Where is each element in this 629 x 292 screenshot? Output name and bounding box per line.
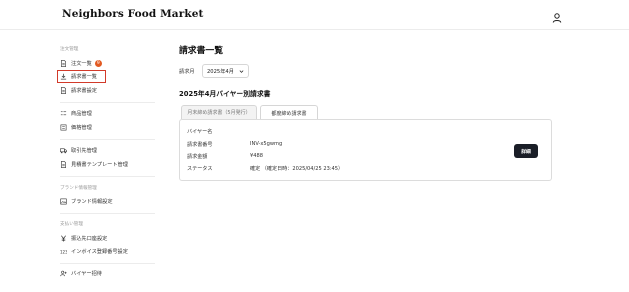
list-icon [58,109,68,119]
brand-logo-text[interactable]: Neighbors Food Market [62,8,203,20]
document-icon [58,86,68,96]
download-icon [58,72,68,82]
chevron-down-icon [239,70,244,73]
tab-per-order-invoices[interactable]: 都度締め請求書 [260,105,318,120]
invoice-card: バイヤー名 請求書番号 INV-x5gwmg 請求金額 ¥488 ステータス 確… [179,119,552,181]
buyer-name-label: バイヤー名 [187,129,213,135]
sidebar-divider [60,263,155,264]
user-plus-icon [58,269,68,279]
truck-icon [58,146,68,156]
sidebar-item-label: バイヤー招待 [71,271,102,277]
sidebar-item-label: インボイス登録番号設定 [71,249,128,255]
invoice-amount-value: ¥488 [250,153,263,159]
invoice-number-label: 請求書番号 [187,142,213,148]
sidebar-item-label: 取引先管理 [71,148,97,154]
sidebar-section-title-brand: ブランド情報管理 [60,186,97,191]
sidebar-item-bank-account[interactable]: 振込先口座設定 [58,233,158,244]
sidebar-item-brand-settings[interactable]: ブランド情報設定 [58,196,158,207]
tab-month-end-invoices[interactable]: 月末締め請求書（5月発行） [181,105,257,119]
document-icon [58,59,68,69]
invoice-amount-label: 請求金額 [187,154,208,160]
svg-text:123: 123 [60,249,67,254]
yen-icon [58,234,68,244]
billing-month-label: 請求月 [179,69,195,75]
status-value: 確定 （確定日時：2025/04/25 23:45） [250,166,344,172]
section-title: 2025年4月バイヤー別請求書 [179,90,271,98]
page-title: 請求書一覧 [179,46,223,56]
sidebar-item-quote-templates[interactable]: 見積書テンプレート管理 [58,159,158,170]
detail-button[interactable]: 詳細 [514,144,538,158]
sidebar-item-invoice-number[interactable]: 123 インボイス登録番号設定 [58,246,158,257]
sidebar-item-label: 注文一覧 [71,61,92,67]
sidebar-divider [60,213,155,214]
app-header: Neighbors Food Market [0,0,629,30]
user-icon[interactable] [551,9,563,23]
sidebar-divider [60,102,155,103]
tag-icon [58,123,68,133]
status-label: ステータス [187,166,213,172]
billing-month-value: 2025年4月 [207,68,234,75]
sidebar-section-title-orders: 注文管理 [60,47,79,52]
number-icon: 123 [58,247,68,257]
sidebar-item-buyer-invite[interactable]: バイヤー招待 [58,268,158,279]
sidebar-item-prices[interactable]: 価格管理 [58,122,158,133]
sidebar-item-invoice-settings[interactable]: 請求書設定 [58,85,158,96]
sidebar-section-title-payments: 支払い管理 [60,222,83,227]
sidebar-item-orders[interactable]: 注文一覧 9 [58,58,158,69]
sidebar-item-label: 見積書テンプレート管理 [71,162,128,168]
sidebar-item-label: ブランド情報設定 [71,199,113,205]
invoice-number-value: INV-x5gwmg [250,141,283,147]
image-icon [58,197,68,207]
sidebar-divider [60,176,155,177]
order-count-badge: 9 [94,60,102,67]
sidebar-divider [60,139,155,140]
sidebar-item-label: 請求書一覧 [71,74,97,80]
document-icon [58,160,68,170]
sidebar-item-label: 商品管理 [71,111,92,117]
sidebar-item-label: 振込先口座設定 [71,236,108,242]
sidebar-item-label: 請求書設定 [71,88,97,94]
sidebar-item-label: 価格管理 [71,125,92,131]
sidebar-item-invoices[interactable]: 請求書一覧 [57,70,106,83]
sidebar: 注文管理 注文一覧 9 請求書一覧 請求書設定 商品管理 価格管理 取引先管理 … [55,30,160,292]
billing-month-select[interactable]: 2025年4月 [202,64,249,78]
sidebar-item-products[interactable]: 商品管理 [58,108,158,119]
sidebar-item-partners[interactable]: 取引先管理 [58,145,158,156]
